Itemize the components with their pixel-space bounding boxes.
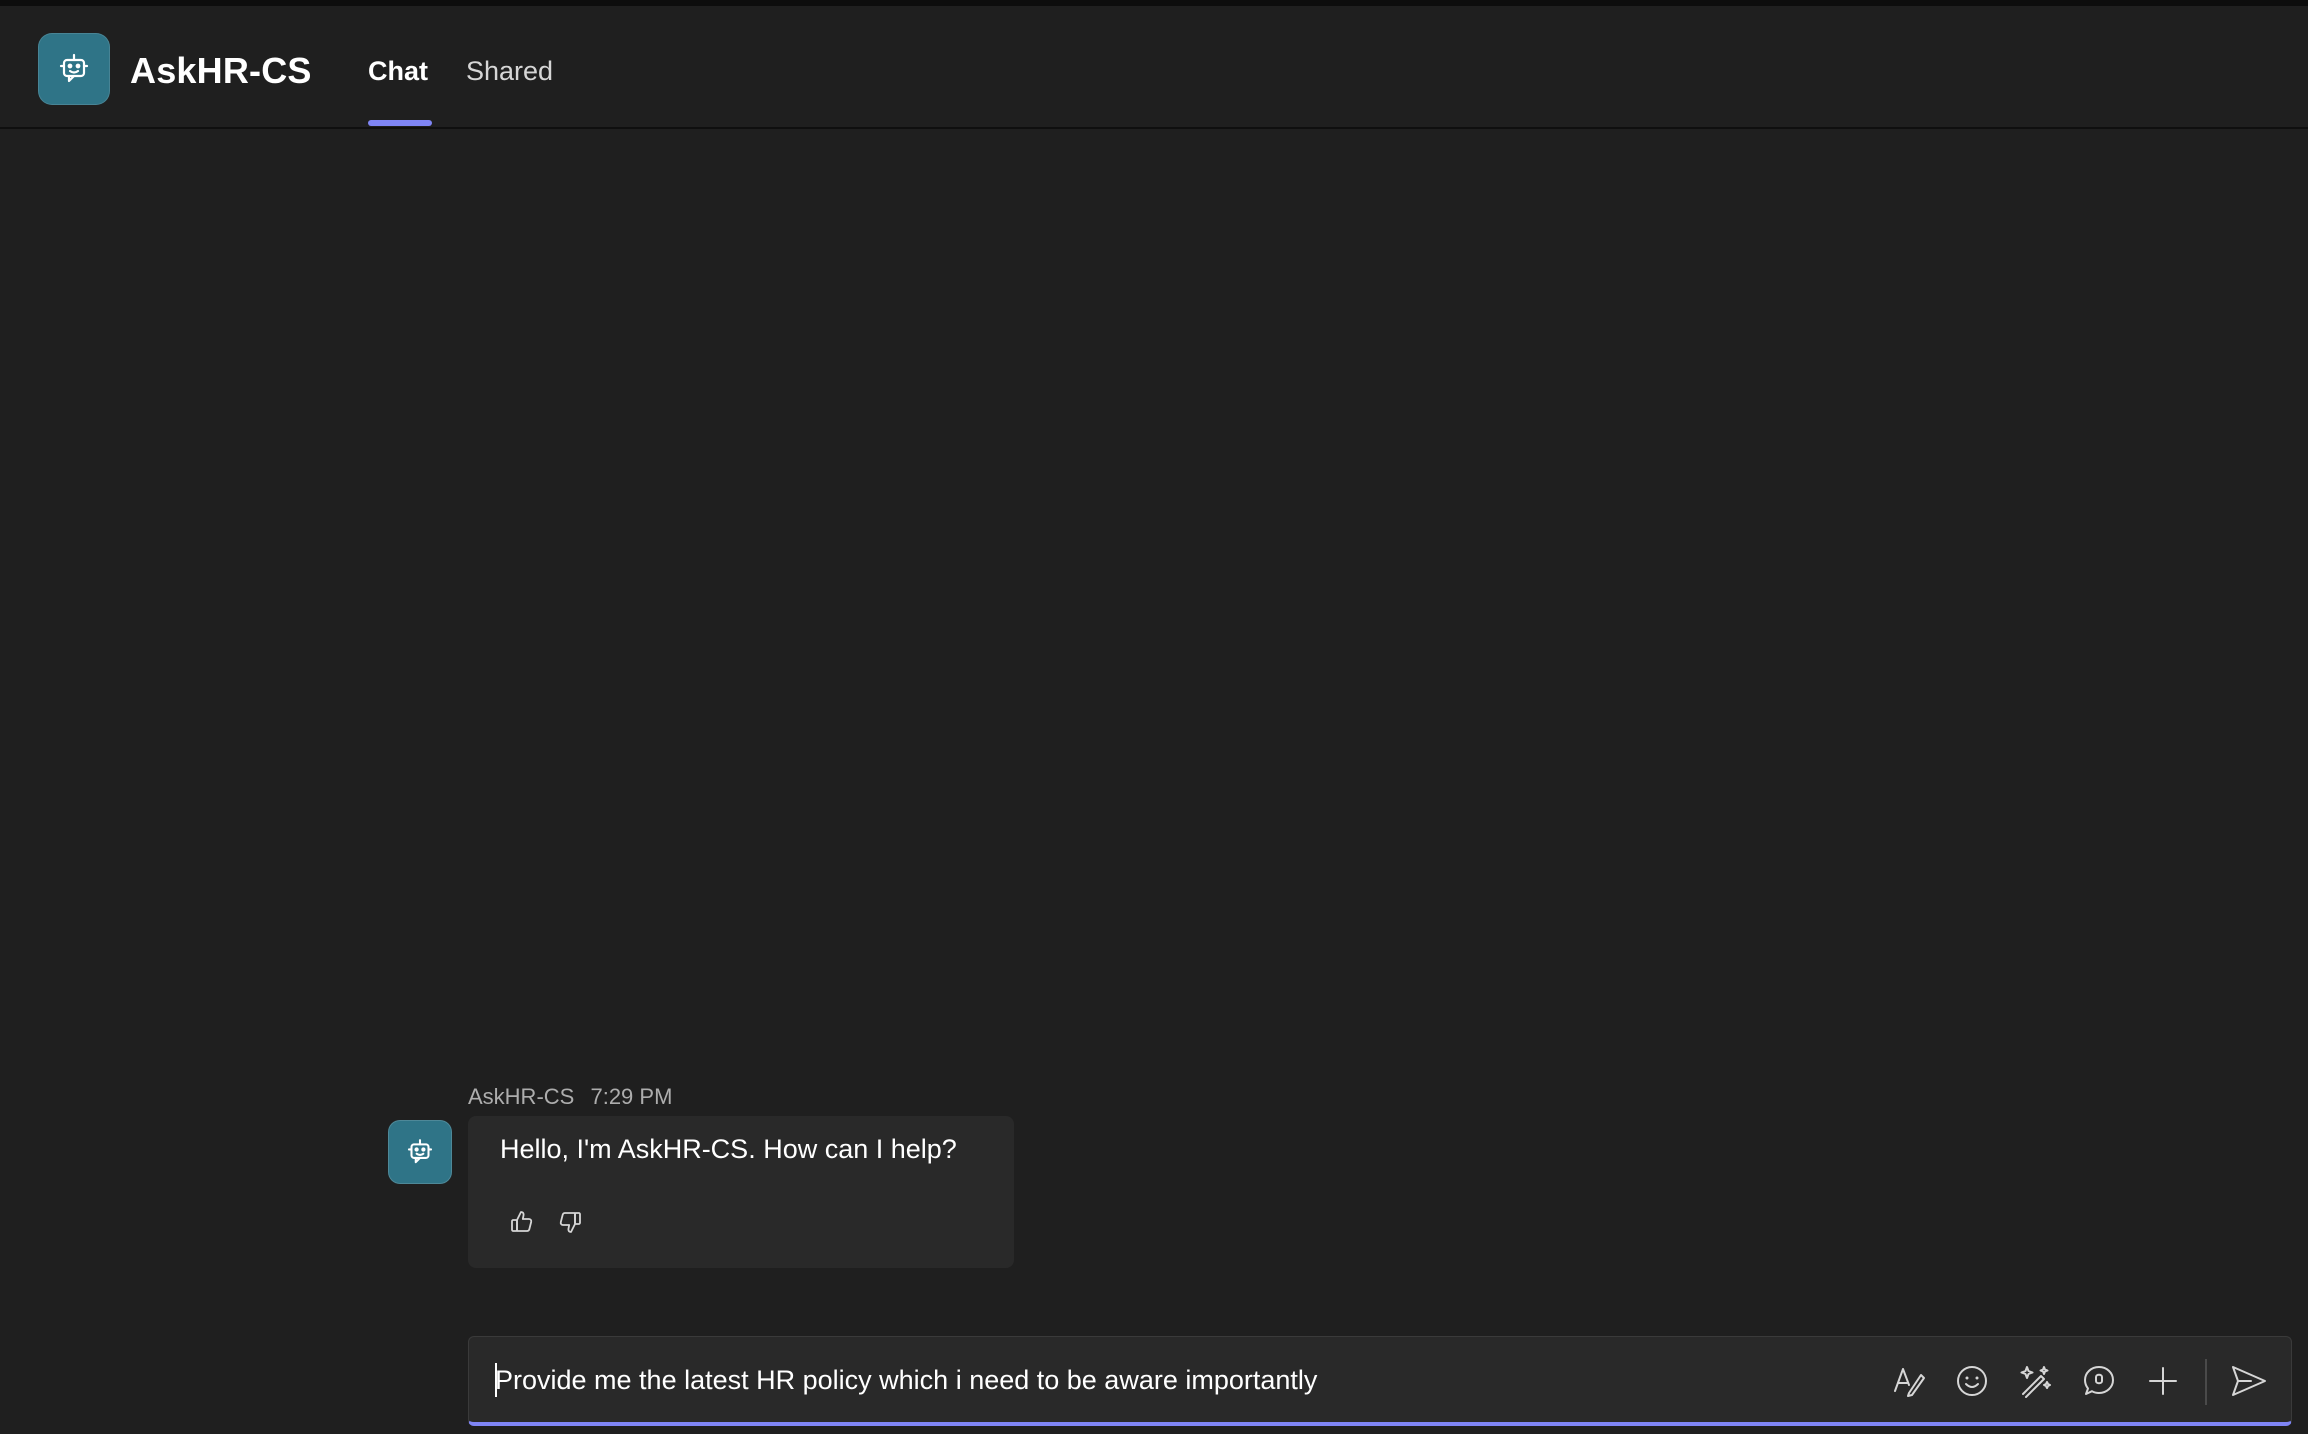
thumbs-down-icon[interactable]: [552, 1204, 588, 1240]
message-bubble: Hello, I'm AskHR-CS. How can I help?: [468, 1116, 1014, 1268]
text-caret: [495, 1363, 497, 1397]
message-text: Hello, I'm AskHR-CS. How can I help?: [500, 1134, 957, 1164]
app-header: AskHR-CS Chat Shared: [0, 6, 2308, 129]
message-input[interactable]: Provide me the latest HR policy which i …: [495, 1365, 1317, 1396]
message-timestamp: 7:29 PM: [590, 1084, 673, 1109]
message-sender: AskHR-CS: [468, 1084, 575, 1109]
tab-shared[interactable]: Shared: [466, 56, 553, 87]
loop-icon[interactable]: [2077, 1359, 2121, 1403]
copilot-icon[interactable]: [2013, 1359, 2057, 1403]
emoji-icon[interactable]: [1950, 1359, 1994, 1403]
message-composer[interactable]: Provide me the latest HR policy which i …: [468, 1336, 2292, 1426]
send-icon[interactable]: [2223, 1359, 2275, 1403]
tab-chat[interactable]: Chat: [368, 56, 428, 87]
active-tab-indicator: [368, 120, 432, 126]
format-icon[interactable]: [1887, 1359, 1931, 1403]
app-title: AskHR-CS: [130, 50, 312, 91]
thumbs-up-icon[interactable]: [504, 1204, 540, 1240]
toolbar-divider: [2205, 1359, 2207, 1405]
bot-icon: [38, 33, 110, 105]
bot-avatar-icon: [388, 1120, 452, 1184]
plus-icon[interactable]: [2141, 1359, 2185, 1403]
message-meta: AskHR-CS 7:29 PM: [468, 1084, 672, 1110]
